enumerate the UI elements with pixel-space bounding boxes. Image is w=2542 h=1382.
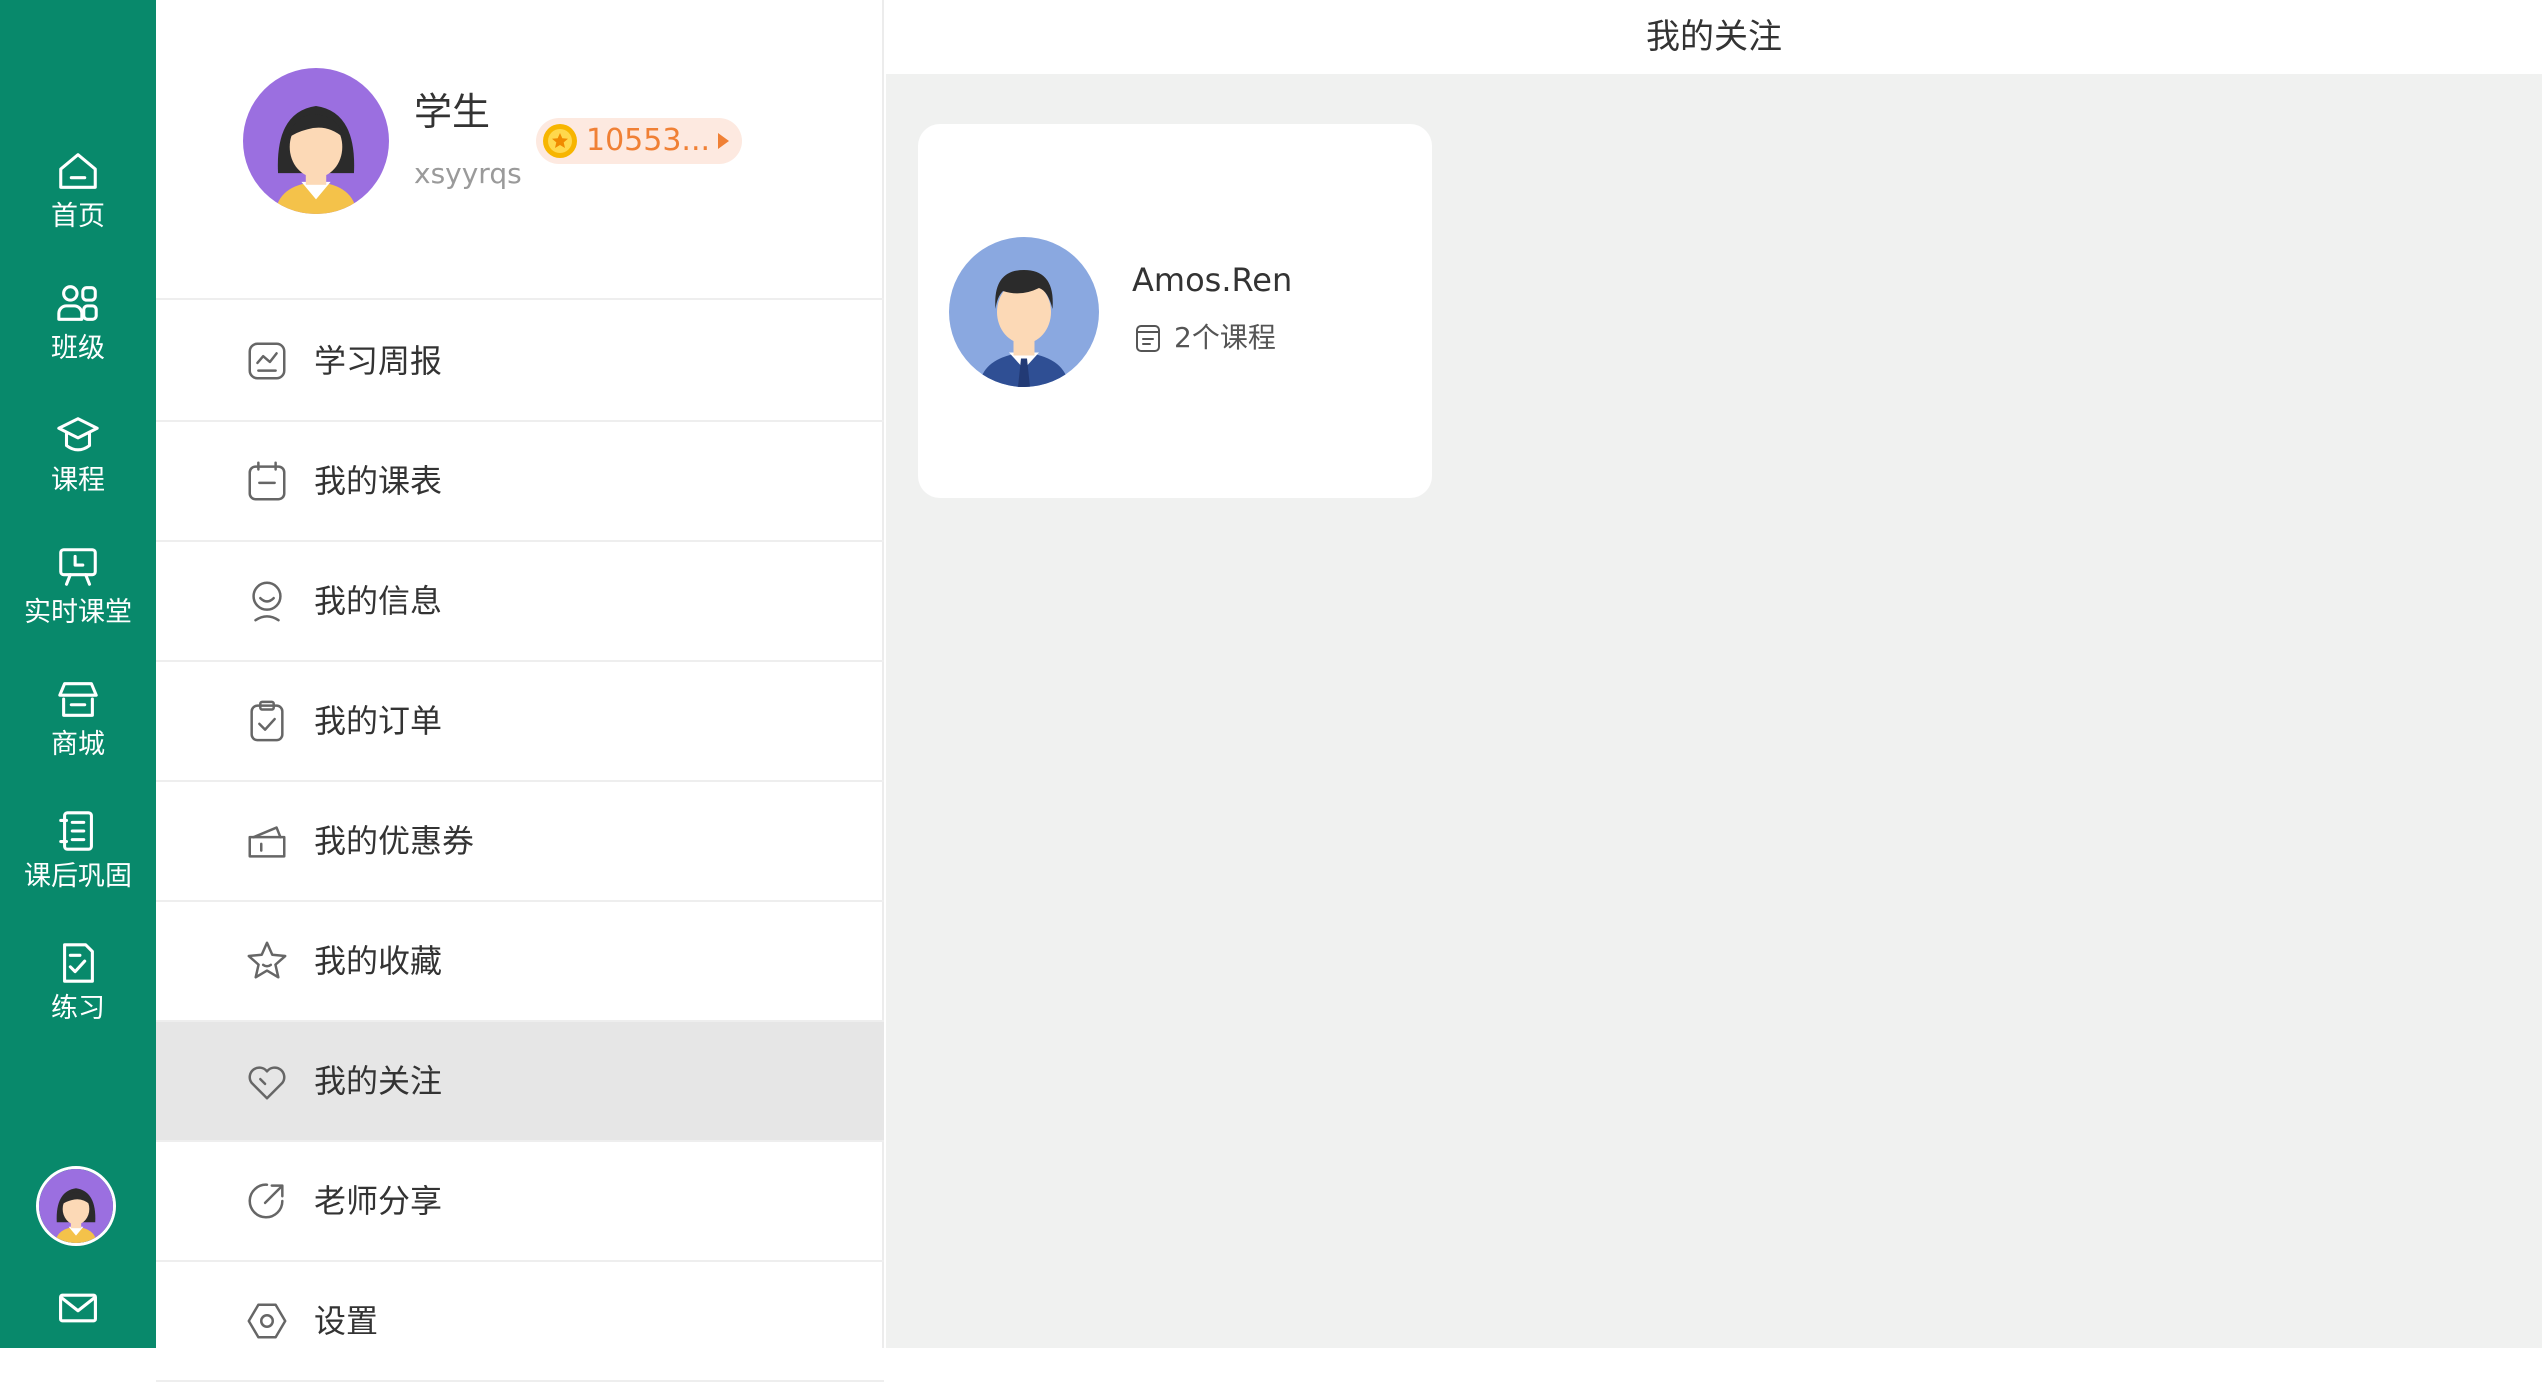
nav-label: 实时课堂: [24, 597, 132, 628]
user-avatar-icon: [39, 1169, 113, 1243]
menu-label: 学习周报: [314, 342, 443, 380]
course-count-icon: [1136, 325, 1160, 352]
avatar[interactable]: [36, 1166, 116, 1246]
nav-item-shop[interactable]: 商城: [0, 676, 156, 796]
heart-icon: [248, 1066, 286, 1100]
nav-label: 首页: [51, 201, 105, 232]
profile-panel: 学生 xsyyrqs 10553... 学习周报 我的课表 我的信息 我的订单 …: [156, 0, 884, 1382]
menu-item-orders[interactable]: 我的订单: [156, 662, 884, 782]
coin-value: 10553...: [586, 123, 711, 158]
nav-item-class[interactable]: 班级: [0, 280, 156, 400]
page-title: 我的关注: [1646, 17, 1782, 57]
shop-icon: [58, 682, 98, 717]
nav-label: 练习: [51, 993, 105, 1024]
menu-item-settings[interactable]: 设置: [156, 1262, 884, 1382]
coupon-icon: [248, 826, 286, 858]
course-count: 2个课程: [1132, 320, 1276, 356]
menu-label: 设置: [314, 1302, 379, 1340]
weekly-report-icon: [248, 342, 286, 380]
menu-label: 我的信息: [314, 582, 443, 620]
practice-icon: [63, 943, 94, 983]
profile-name: 学生: [414, 90, 491, 134]
class-icon: [57, 285, 98, 321]
menu-label: 老师分享: [314, 1182, 443, 1220]
teacher-name: Amos.Ren: [1132, 261, 1293, 299]
menu-item-coupons[interactable]: 我的优惠券: [156, 782, 884, 902]
nav-item-homework[interactable]: 课后巩固: [0, 808, 156, 928]
homework-icon: [59, 811, 93, 851]
menu-label: 我的收藏: [314, 942, 443, 980]
main-content: 我的关注 Amos.Ren 2个课程: [886, 0, 2542, 1348]
app-window: 首页 班级 课程 实时课堂 商城 课后巩固 练习 学生 xsyyrqs 1055…: [0, 0, 2542, 1382]
menu-label: 我的关注: [314, 1062, 443, 1100]
settings-icon: [247, 1303, 287, 1339]
profile-menu: 学习周报 我的课表 我的信息 我的订单 我的优惠券 我的收藏 我的关注 老师分享…: [156, 302, 884, 1382]
profile-info-icon: [252, 581, 282, 622]
menu-item-weekly-report[interactable]: 学习周报: [156, 302, 884, 422]
nav-label: 课后巩固: [24, 861, 132, 892]
order-icon: [250, 700, 284, 742]
arrow-right-icon: [718, 133, 730, 149]
home-icon: [59, 153, 97, 189]
profile-avatar[interactable]: [243, 68, 389, 214]
menu-item-schedule[interactable]: 我的课表: [156, 422, 884, 542]
nav-label: 商城: [51, 729, 105, 760]
live-class-icon: [59, 548, 97, 586]
course-count-text: 2个课程: [1174, 321, 1276, 354]
nav-item-practice[interactable]: 练习: [0, 940, 156, 1060]
menu-label: 我的订单: [314, 702, 443, 740]
teacher-avatar-icon: [949, 237, 1099, 387]
mail-icon[interactable]: [56, 1286, 100, 1330]
nav-label: 班级: [51, 333, 105, 364]
share-icon: [248, 1183, 284, 1219]
menu-item-my-info[interactable]: 我的信息: [156, 542, 884, 662]
teacher-avatar: [949, 237, 1099, 387]
course-icon: [57, 417, 99, 452]
profile-header: 学生 xsyyrqs 10553...: [156, 0, 884, 300]
coin-balance-button[interactable]: 10553...: [536, 118, 743, 164]
top-bar: 我的关注: [886, 0, 2542, 74]
user-avatar-icon: [243, 68, 389, 214]
menu-label: 我的优惠券: [314, 822, 475, 860]
menu-item-favorites[interactable]: 我的收藏: [156, 902, 884, 1022]
coin-icon: [543, 124, 577, 158]
nav-item-home[interactable]: 首页: [0, 148, 156, 268]
followed-teacher-card[interactable]: Amos.Ren 2个课程: [918, 124, 1432, 498]
profile-username: xsyyrqs: [414, 157, 522, 190]
nav-rail: 首页 班级 课程 实时课堂 商城 课后巩固 练习: [0, 0, 156, 1348]
menu-item-following[interactable]: 我的关注: [156, 1022, 884, 1142]
nav-item-live-class[interactable]: 实时课堂: [0, 544, 156, 664]
menu-label: 我的课表: [314, 462, 443, 500]
menu-item-teacher-share[interactable]: 老师分享: [156, 1142, 884, 1262]
star-icon: [247, 941, 287, 979]
schedule-icon: [248, 461, 286, 501]
nav-item-course[interactable]: 课程: [0, 412, 156, 532]
nav-label: 课程: [51, 465, 105, 496]
